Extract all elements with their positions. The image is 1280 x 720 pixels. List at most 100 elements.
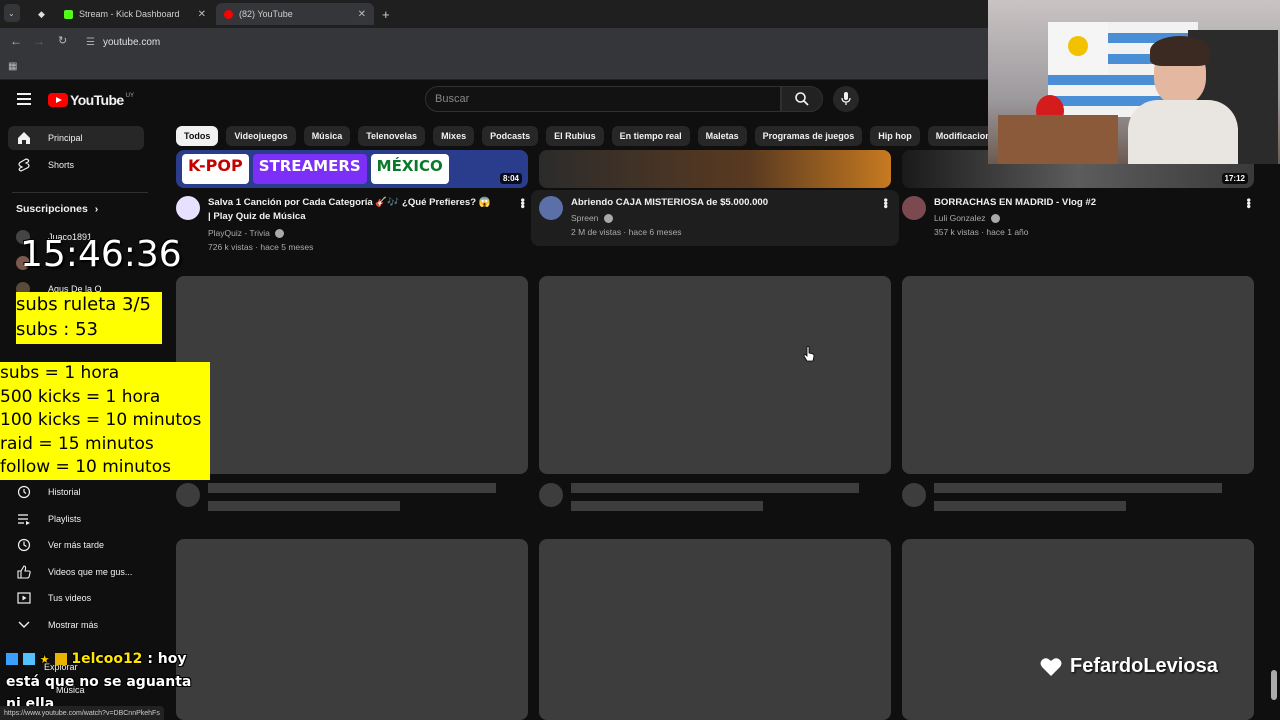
close-icon[interactable]: ✕ <box>198 9 206 20</box>
video-thumbnail[interactable]: K-POP STREAMERS MÉXICO 8:04 <box>176 150 528 188</box>
playlist-icon <box>16 511 32 527</box>
voice-search-button[interactable] <box>833 86 859 112</box>
youtube-play-icon <box>48 93 68 107</box>
chip-musica[interactable]: Música <box>303 126 351 146</box>
more-options-icon[interactable]: ••• <box>516 198 530 208</box>
search-button[interactable] <box>781 86 823 112</box>
more-options-icon[interactable]: ••• <box>879 198 893 208</box>
overlay-line: subs ruleta 3/5 <box>16 294 151 315</box>
channel-name: Spreen <box>571 213 599 223</box>
channel-avatar[interactable] <box>539 196 563 220</box>
video-title[interactable]: BORRACHAS EN MADRID - Vlog #2 <box>934 196 1234 210</box>
new-tab-button[interactable]: + <box>374 3 394 25</box>
sidebar-item-label: Shorts <box>48 160 75 170</box>
chip-programas-de-juegos[interactable]: Programas de juegos <box>754 126 863 146</box>
video-thumbnail[interactable] <box>539 150 891 188</box>
scrollbar-thumb[interactable] <box>1271 670 1277 700</box>
home-icon <box>16 130 32 146</box>
sidebar-item-liked-videos[interactable]: Videos que me gus... <box>8 560 144 584</box>
overlay-line: subs : 53 <box>16 319 99 340</box>
clock-icon <box>16 537 32 553</box>
close-icon[interactable]: ✕ <box>358 9 366 20</box>
tab-youtube[interactable]: (82) YouTube ✕ <box>216 3 374 25</box>
desk <box>998 115 1118 164</box>
video-channel[interactable]: Spreen <box>571 211 613 225</box>
sidebar-item-label: Playlists <box>48 514 82 524</box>
star-icon: ★ <box>39 653 50 666</box>
sidebar-item-label: Mostrar más <box>48 620 99 630</box>
sidebar-item-label: Historial <box>48 487 81 497</box>
sidebar-item-playlists[interactable]: Playlists <box>8 507 144 531</box>
logo-text: YouTube <box>70 92 124 108</box>
category-chips: Todos Videojuegos Música Telenovelas Mix… <box>176 126 988 146</box>
channel-avatar[interactable] <box>176 196 200 220</box>
search-icon <box>795 92 809 106</box>
thumbs-up-icon <box>16 564 32 580</box>
search-input[interactable]: Buscar <box>425 86 781 112</box>
chip-en-tiempo-real[interactable]: En tiempo real <box>611 126 690 146</box>
pinned-tab[interactable]: ◆ <box>30 3 52 25</box>
sidebar-item-label: Ver más tarde <box>48 540 105 550</box>
hand-cursor-icon <box>803 346 815 362</box>
subathon-rules-box: subs = 1 hora 500 kicks = 1 hora 100 kic… <box>0 362 210 480</box>
subscriptions-header[interactable]: Suscripciones › <box>16 203 98 215</box>
history-icon <box>16 484 32 500</box>
video-title[interactable]: Salva 1 Canción por Cada Categoría 🎸🎶 ¿Q… <box>208 196 513 224</box>
sidebar-item-shorts[interactable]: Shorts <box>8 153 144 177</box>
chevron-down-icon: ⌄ <box>8 8 15 18</box>
forward-button[interactable]: → <box>33 34 45 48</box>
kick-icon <box>64 9 73 19</box>
chip-telenovelas[interactable]: Telenovelas <box>358 126 426 146</box>
chevron-down-icon <box>16 617 32 633</box>
more-options-icon[interactable]: ••• <box>1242 198 1256 208</box>
sidebar-item-label: Videos que me gus... <box>48 567 133 577</box>
apps-icon[interactable]: ▦ <box>8 61 17 72</box>
site-info-icon[interactable]: ☰ <box>86 37 95 48</box>
overlay-line: subs = 1 hora <box>0 363 120 383</box>
tab-search-button[interactable]: ⌄ <box>4 4 20 22</box>
verified-icon <box>990 214 1000 224</box>
chip-podcasts[interactable]: Podcasts <box>482 126 539 146</box>
youtube-logo[interactable]: YouTube UY <box>48 92 134 108</box>
diamond-icon: ◆ <box>38 8 45 19</box>
video-channel[interactable]: Luli Gonzalez <box>934 211 1000 225</box>
tab-kick-dashboard[interactable]: Stream - Kick Dashboard ✕ <box>56 3 214 25</box>
sidebar-item-principal[interactable]: Principal <box>8 126 144 150</box>
menu-icon[interactable] <box>17 93 31 108</box>
video-placeholder <box>902 276 1254 474</box>
chip-hip-hop[interactable]: Hip hop <box>870 126 920 146</box>
sidebar-item-ver-mas-tarde[interactable]: Ver más tarde <box>8 533 144 557</box>
video-placeholder <box>539 276 891 474</box>
overlay-line: follow = 10 minutos <box>0 457 171 477</box>
video-title[interactable]: Abriendo CAJA MISTERIOSA de $5.000.000 <box>571 196 871 210</box>
sidebar-item-historial[interactable]: Historial <box>8 480 144 504</box>
channel-name: PlayQuiz - Trivia <box>208 228 270 238</box>
sidebar-item-mostrar-mas[interactable]: Mostrar más <box>8 613 144 637</box>
title-placeholder <box>208 483 496 493</box>
video-meta: 357 k vistas · hace 1 año <box>934 227 1029 237</box>
video-icon <box>16 590 32 606</box>
back-button[interactable]: ← <box>10 34 22 48</box>
hair <box>1150 36 1210 66</box>
sidebar-item-tus-videos[interactable]: Tus videos <box>8 586 144 610</box>
chip-mixes[interactable]: Mixes <box>433 126 475 146</box>
chip-modificaciones[interactable]: Modificaciones <box>927 126 988 146</box>
channel-avatar[interactable] <box>902 196 926 220</box>
badge-icon <box>22 653 35 665</box>
avatar-placeholder <box>902 483 926 507</box>
badge-icon <box>54 653 67 665</box>
chip-videojuegos[interactable]: Videojuegos <box>226 126 296 146</box>
sun-of-may <box>1068 36 1088 56</box>
shorts-icon <box>16 157 32 173</box>
country-code: UY <box>125 93 134 99</box>
address-bar[interactable]: ☰ youtube.com <box>86 33 986 51</box>
reload-button[interactable]: ↻ <box>58 34 67 47</box>
video-channel[interactable]: PlayQuiz - Trivia <box>208 226 285 240</box>
chip-maletas[interactable]: Maletas <box>697 126 747 146</box>
chip-todos[interactable]: Todos <box>176 126 219 146</box>
chip-el-rubius[interactable]: El Rubius <box>546 126 604 146</box>
badge-icon <box>6 653 18 665</box>
plus-icon: + <box>382 6 390 22</box>
stream-clock: 15:46:36 <box>20 234 182 275</box>
title-placeholder <box>934 483 1222 493</box>
